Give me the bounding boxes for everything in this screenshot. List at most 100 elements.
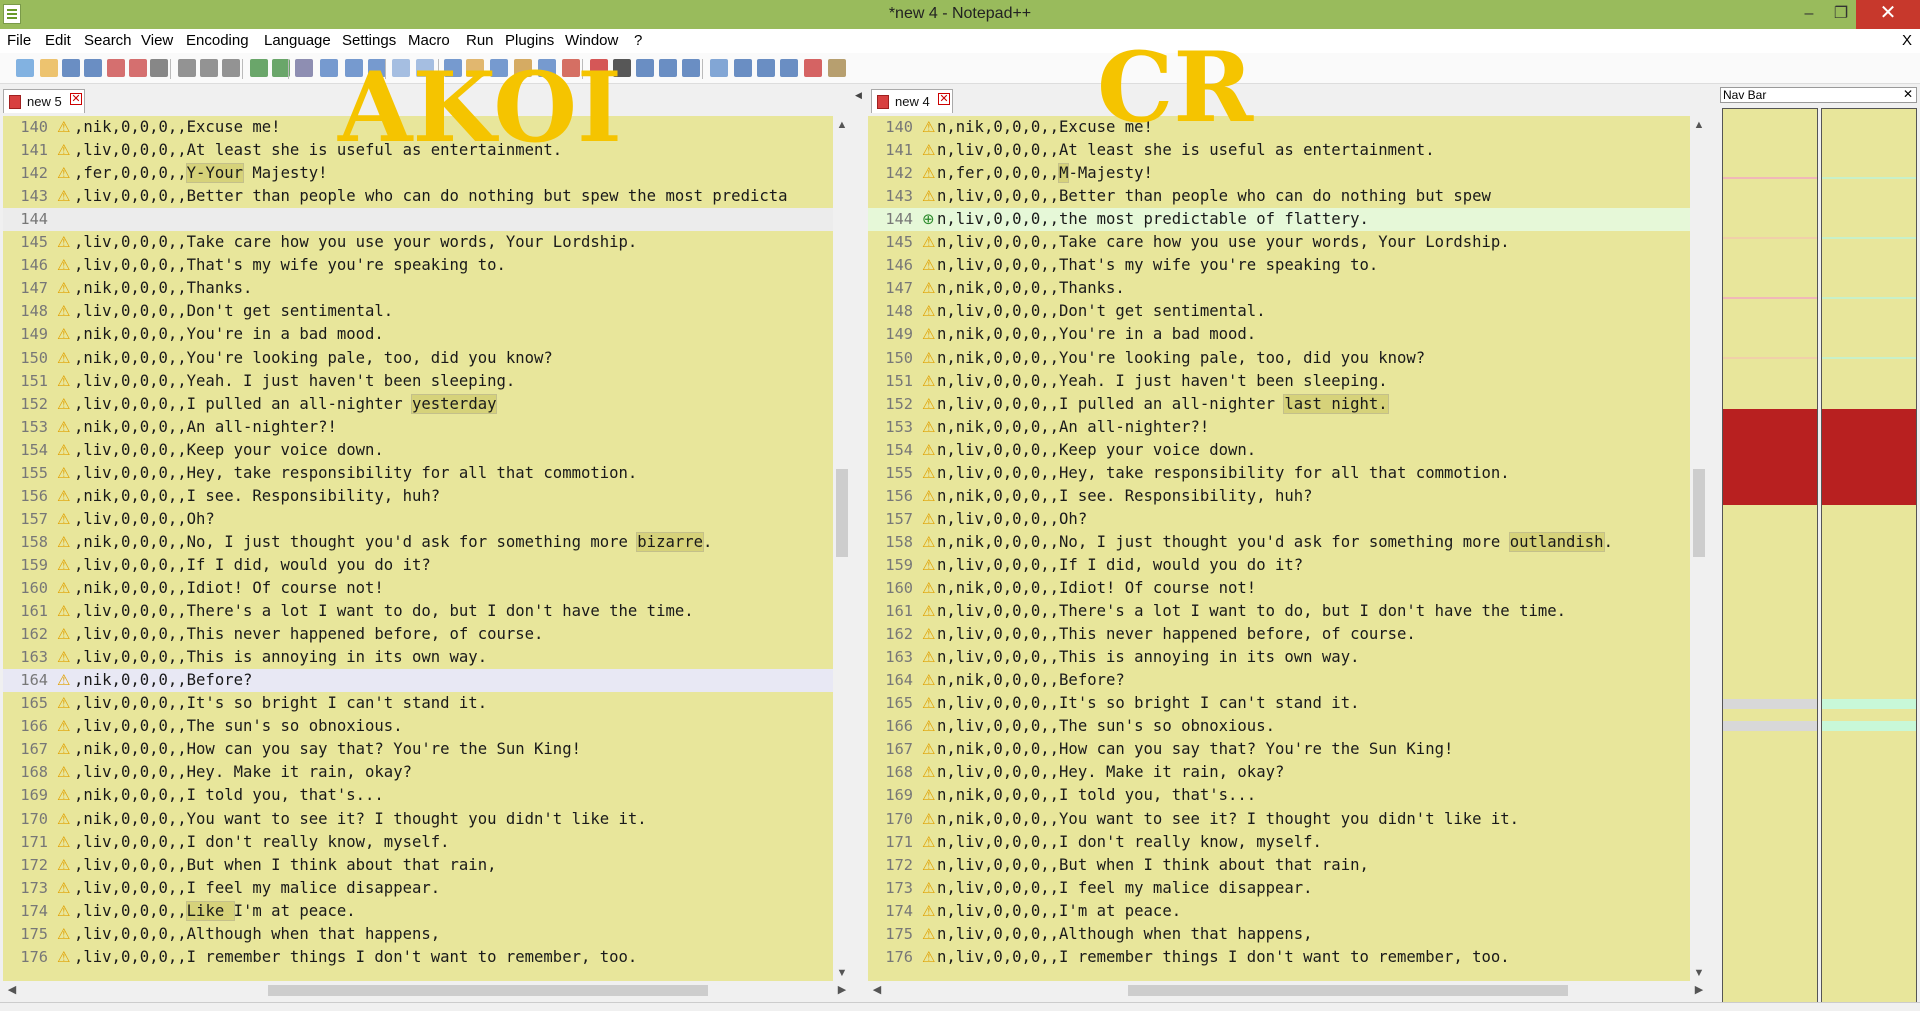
editor-line[interactable]: 171 n,liv,0,0,0,,I don't really know, mys… [868, 831, 1690, 854]
editor-line[interactable]: 176 n,liv,0,0,0,,I remember things I don'… [868, 946, 1690, 969]
editor-line[interactable]: 170 n,nik,0,0,0,,You want to see it? I th… [868, 808, 1690, 831]
editor-line[interactable]: 157 ,liv,0,0,0,,Oh? [3, 508, 833, 531]
menu-settings[interactable]: Settings [342, 32, 396, 49]
editor-line[interactable]: 159 ,liv,0,0,0,,If I did, would you do it… [3, 554, 833, 577]
editor-line[interactable]: 153 ,nik,0,0,0,,An all-nighter?! [3, 416, 833, 439]
editor-line[interactable]: 154 ,liv,0,0,0,,Keep your voice down. [3, 439, 833, 462]
editor-line[interactable]: 172 n,liv,0,0,0,,But when I think about t… [868, 854, 1690, 877]
editor-line[interactable]: 168 ,liv,0,0,0,,Hey. Make it rain, okay? [3, 761, 833, 784]
zoom-in-icon[interactable] [345, 59, 363, 77]
find-icon[interactable] [295, 59, 313, 77]
menu-encoding[interactable]: Encoding [186, 32, 249, 49]
editor-line[interactable]: 158 n,nik,0,0,0,,No, I just thought you'd… [868, 531, 1690, 554]
editor-line[interactable]: 160 ,nik,0,0,0,,Idiot! Of course not! [3, 577, 833, 600]
compare-icon[interactable] [710, 59, 728, 77]
editor-line[interactable]: 149 ,nik,0,0,0,,You're in a bad mood. [3, 323, 833, 346]
editor-line[interactable]: 167 ,nik,0,0,0,,How can you say that? You… [3, 738, 833, 761]
editor-line[interactable]: 145 n,liv,0,0,0,,Take care how you use yo… [868, 231, 1690, 254]
editor-line[interactable]: 147 n,nik,0,0,0,,Thanks. [868, 277, 1690, 300]
replace-icon[interactable] [320, 59, 338, 77]
save-icon[interactable] [62, 59, 80, 77]
right-vertical-scrollbar[interactable]: ▲ ▼ [1690, 116, 1708, 982]
scroll-left-icon[interactable]: ◀ [3, 981, 21, 999]
all-chars-icon[interactable] [466, 59, 484, 77]
undo-icon[interactable] [250, 59, 268, 77]
nav-viewport-mark[interactable] [1822, 409, 1916, 505]
last-diff-icon[interactable] [780, 59, 798, 77]
editor-line[interactable]: 163 n,liv,0,0,0,,This is annoying in its … [868, 646, 1690, 669]
editor-line[interactable]: 160 n,nik,0,0,0,,Idiot! Of course not! [868, 577, 1690, 600]
editor-line[interactable]: 140 n,nik,0,0,0,,Excuse me! [868, 116, 1690, 139]
print-icon[interactable] [150, 59, 168, 77]
editor-line[interactable]: 161 ,liv,0,0,0,,There's a lot I want to d… [3, 600, 833, 623]
menu-run[interactable]: Run [466, 32, 494, 49]
editor-line[interactable]: 144 n,liv,0,0,0,,the most predictable of … [868, 208, 1690, 232]
editor-line[interactable]: 146 n,liv,0,0,0,,That's my wife you're sp… [868, 254, 1690, 277]
editor-line[interactable]: 141 n,liv,0,0,0,,At least she is useful a… [868, 139, 1690, 162]
close-icon[interactable] [107, 59, 125, 77]
editor-line[interactable]: 165 ,liv,0,0,0,,It's so bright I can't st… [3, 692, 833, 715]
close-all-icon[interactable] [129, 59, 147, 77]
settings-icon[interactable] [828, 59, 846, 77]
editor-line[interactable]: 154 n,liv,0,0,0,,Keep your voice down. [868, 439, 1690, 462]
menu-plugins[interactable]: Plugins [505, 32, 554, 49]
editor-line[interactable]: 169 n,nik,0,0,0,,I told you, that's... [868, 784, 1690, 807]
editor-line[interactable]: 161 n,liv,0,0,0,,There's a lot I want to … [868, 600, 1690, 623]
zoom-out-icon[interactable] [368, 59, 386, 77]
editor-line[interactable]: 171 ,liv,0,0,0,,I don't really know, myse… [3, 831, 833, 854]
editor-line[interactable]: 143 n,liv,0,0,0,,Better than people who c… [868, 185, 1690, 208]
indent-guide-icon[interactable] [490, 59, 508, 77]
editor-line[interactable]: 173 ,liv,0,0,0,,I feel my malice disappea… [3, 877, 833, 900]
pane-splitter[interactable]: ◀ [853, 88, 865, 1002]
editor-line[interactable]: 155 n,liv,0,0,0,,Hey, take responsibility… [868, 462, 1690, 485]
tab-new-4[interactable]: new 4 ✕ [871, 89, 953, 113]
scroll-down-icon[interactable]: ▼ [1690, 964, 1708, 982]
editor-line[interactable]: 157 n,liv,0,0,0,,Oh? [868, 508, 1690, 531]
play-macro-icon[interactable] [636, 59, 654, 77]
scroll-up-icon[interactable]: ▲ [1690, 116, 1708, 134]
editor-line[interactable]: 144 [3, 208, 833, 232]
left-vertical-scrollbar[interactable]: ▲ ▼ [833, 116, 851, 982]
right-horizontal-scrollbar[interactable]: ◀ ▶ [868, 981, 1708, 999]
scroll-thumb[interactable] [1128, 985, 1568, 996]
editor-line[interactable]: 164 n,nik,0,0,0,,Before? [868, 669, 1690, 692]
menu-view[interactable]: View [141, 32, 173, 49]
editor-line[interactable]: 148 ,liv,0,0,0,,Don't get sentimental. [3, 300, 833, 323]
editor-line[interactable]: 152 n,liv,0,0,0,,I pulled an all-nighter … [868, 393, 1690, 416]
editor-line[interactable]: 162 ,liv,0,0,0,,This never happened befor… [3, 623, 833, 646]
scroll-thumb[interactable] [1693, 469, 1705, 557]
editor-line[interactable]: 149 n,nik,0,0,0,,You're in a bad mood. [868, 323, 1690, 346]
left-horizontal-scrollbar[interactable]: ◀ ▶ [3, 981, 851, 999]
tab-close-icon[interactable]: ✕ [938, 93, 950, 105]
editor-line[interactable]: 163 ,liv,0,0,0,,This is annoying in its o… [3, 646, 833, 669]
editor-line[interactable]: 143 ,liv,0,0,0,,Better than people who ca… [3, 185, 833, 208]
scroll-thumb[interactable] [268, 985, 708, 996]
copy-icon[interactable] [200, 59, 218, 77]
nav-bar-left-map[interactable] [1722, 108, 1818, 1003]
editor-line[interactable]: 164 ,nik,0,0,0,,Before? [3, 669, 833, 693]
editor-line[interactable]: 148 n,liv,0,0,0,,Don't get sentimental. [868, 300, 1690, 323]
function-list-icon[interactable] [562, 59, 580, 77]
editor-line[interactable]: 146 ,liv,0,0,0,,That's my wife you're spe… [3, 254, 833, 277]
editor-line[interactable]: 153 n,nik,0,0,0,,An all-nighter?! [868, 416, 1690, 439]
editor-line[interactable]: 142 ,fer,0,0,0,,Y-Your Majesty! [3, 162, 833, 185]
editor-line[interactable]: 140 ,nik,0,0,0,,Excuse me! [3, 116, 833, 139]
editor-line[interactable]: 156 ,nik,0,0,0,,I see. Responsibility, hu… [3, 485, 833, 508]
editor-line[interactable]: 155 ,liv,0,0,0,,Hey, take responsibility … [3, 462, 833, 485]
udl-icon[interactable] [514, 59, 532, 77]
menu-edit[interactable]: Edit [45, 32, 71, 49]
close-document-button[interactable]: X [1902, 32, 1912, 49]
editor-line[interactable]: 167 n,nik,0,0,0,,How can you say that? Yo… [868, 738, 1690, 761]
paste-icon[interactable] [222, 59, 240, 77]
editor-line[interactable]: 176 ,liv,0,0,0,,I remember things I don't… [3, 946, 833, 969]
menu-macro[interactable]: Macro [408, 32, 450, 49]
doc-map-icon[interactable] [538, 59, 556, 77]
editor-line[interactable]: 166 n,liv,0,0,0,,The sun's so obnoxious. [868, 715, 1690, 738]
editor-line[interactable]: 175 n,liv,0,0,0,,Although when that happe… [868, 923, 1690, 946]
sync-vertical-icon[interactable] [392, 59, 410, 77]
scroll-right-icon[interactable]: ▶ [1690, 981, 1708, 999]
editor-line[interactable]: 174 ,liv,0,0,0,,Like I'm at peace. [3, 900, 833, 923]
editor-line[interactable]: 158 ,nik,0,0,0,,No, I just thought you'd … [3, 531, 833, 554]
stop-record-icon[interactable] [613, 59, 631, 77]
editor-line[interactable]: 162 n,liv,0,0,0,,This never happened befo… [868, 623, 1690, 646]
